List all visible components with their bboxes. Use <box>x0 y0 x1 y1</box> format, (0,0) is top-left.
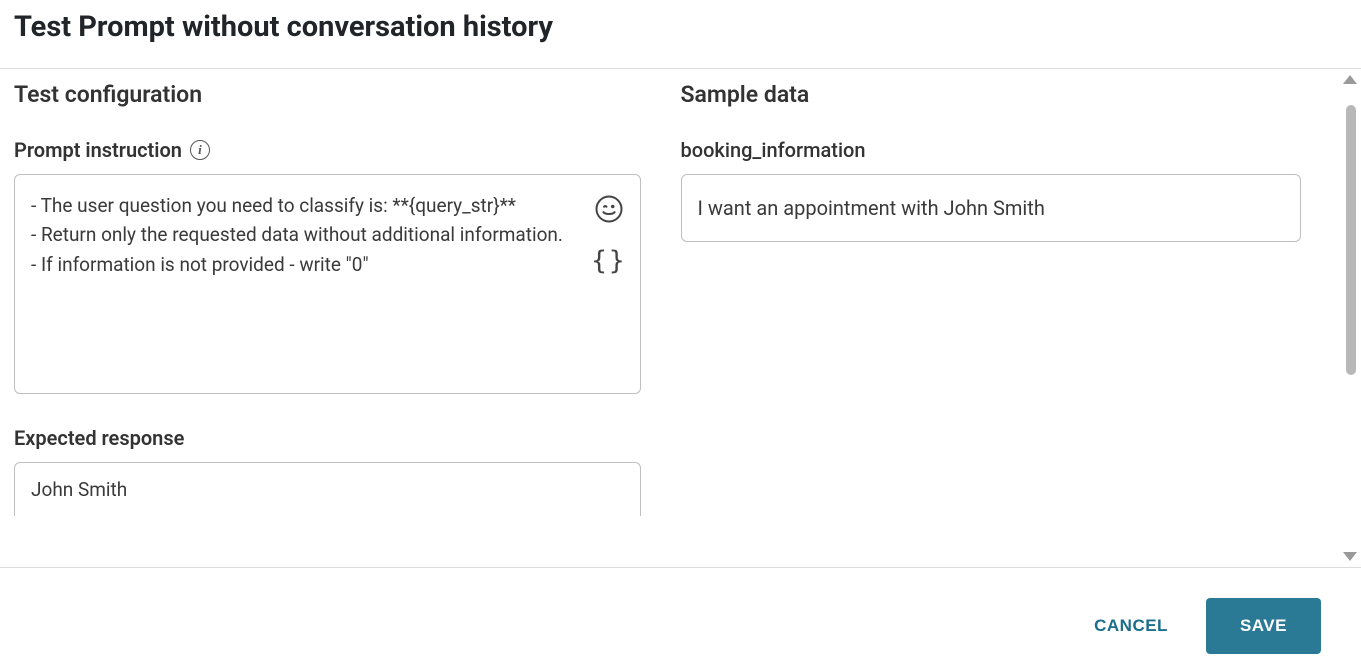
prompt-instruction-field-wrap: {} <box>14 174 641 398</box>
booking-information-label: booking_information <box>681 138 1302 162</box>
dialog-footer: CANCEL SAVE <box>0 568 1361 668</box>
textarea-toolbar: {} <box>591 194 626 276</box>
sample-data-column: Sample data booking_information <box>681 69 1361 567</box>
test-configuration-column: Test configuration Prompt instruction i <box>0 69 681 567</box>
dialog-title: Test Prompt without conversation history <box>0 0 1361 68</box>
scroll-thumb[interactable] <box>1346 105 1356 375</box>
emoji-picker-icon[interactable] <box>594 194 624 224</box>
expected-response-input[interactable] <box>14 462 641 516</box>
expected-response-label: Expected response <box>14 426 641 450</box>
prompt-instruction-textarea[interactable] <box>14 174 641 394</box>
scroll-down-icon[interactable] <box>1343 552 1357 561</box>
test-prompt-dialog: Test Prompt without conversation history… <box>0 0 1361 668</box>
info-icon[interactable]: i <box>190 140 210 160</box>
prompt-instruction-label: Prompt instruction i <box>14 138 641 162</box>
test-configuration-heading: Test configuration <box>14 81 641 108</box>
scrollbar[interactable] <box>1341 75 1359 561</box>
prompt-instruction-label-text: Prompt instruction <box>14 138 182 162</box>
dialog-content: Test configuration Prompt instruction i <box>0 68 1361 568</box>
insert-variable-icon[interactable]: {} <box>591 246 626 276</box>
sample-data-heading: Sample data <box>681 81 1302 108</box>
cancel-button[interactable]: CANCEL <box>1086 608 1176 644</box>
expected-response-label-text: Expected response <box>14 426 184 450</box>
scroll-up-icon[interactable] <box>1343 75 1357 84</box>
booking-information-input[interactable] <box>681 174 1302 242</box>
save-button[interactable]: SAVE <box>1206 598 1321 654</box>
